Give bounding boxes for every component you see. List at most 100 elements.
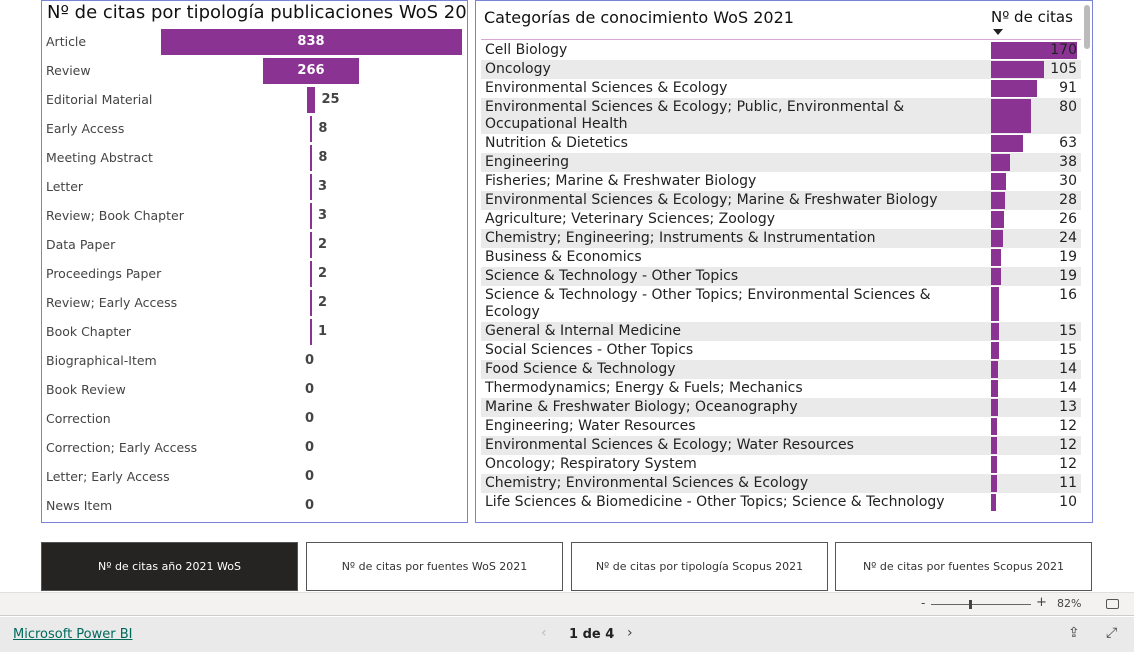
typology-label: Biographical-Item xyxy=(46,353,157,368)
share-icon[interactable]: ⇪ xyxy=(1068,625,1080,641)
typology-row[interactable]: Meeting Abstract 8 xyxy=(42,144,467,173)
table-row[interactable]: Business & Economics 19 xyxy=(481,248,1081,267)
typology-row[interactable]: Correction 0 xyxy=(42,405,467,434)
citation-bar xyxy=(991,456,998,473)
table-row[interactable]: Thermodynamics; Energy & Fuels; Mechanic… xyxy=(481,379,1081,398)
table-row[interactable]: Chemistry; Environmental Sciences & Ecol… xyxy=(481,474,1081,493)
table-row[interactable]: Science & Technology - Other Topics; Env… xyxy=(481,286,1081,322)
table-row[interactable]: Engineering; Water Resources 12 xyxy=(481,417,1081,436)
zoom-out-button[interactable]: - xyxy=(921,596,925,610)
category-label: Chemistry; Environmental Sciences & Ecol… xyxy=(485,475,809,491)
sort-descending-icon[interactable] xyxy=(993,29,1003,35)
table-row[interactable]: Environmental Sciences & Ecology; Water … xyxy=(481,436,1081,455)
table-row[interactable]: General & Internal Medicine 15 xyxy=(481,322,1081,341)
citation-value: 16 xyxy=(1059,287,1077,303)
table-row[interactable]: Fisheries; Marine & Freshwater Biology 3… xyxy=(481,172,1081,191)
category-label: Food Science & Technology xyxy=(485,361,676,377)
typology-row[interactable]: Review; Early Access 2 xyxy=(42,289,467,318)
typology-value: 0 xyxy=(305,382,315,397)
citation-value: 19 xyxy=(1059,268,1077,284)
zoom-in-button[interactable]: + xyxy=(1036,595,1047,610)
typology-bar[interactable] xyxy=(309,145,313,171)
typology-chart: Nº de citas por tipología publicaciones … xyxy=(41,0,468,523)
typology-bar[interactable] xyxy=(310,232,312,258)
table-row[interactable]: Life Sciences & Biomedicine - Other Topi… xyxy=(481,493,1081,512)
citation-value: 170 xyxy=(1050,42,1077,58)
typology-value: 3 xyxy=(318,208,328,223)
table-row[interactable]: Cell Biology 170 xyxy=(481,41,1081,60)
table-row[interactable]: Environmental Sciences & Ecology 91 xyxy=(481,79,1081,98)
typology-row[interactable]: Early Access 8 xyxy=(42,115,467,144)
typology-bar[interactable] xyxy=(310,319,312,345)
typology-row[interactable]: Biographical-Item 0 xyxy=(42,347,467,376)
nav-button-fuentes-scopus[interactable]: Nº de citas por fuentes Scopus 2021 xyxy=(835,542,1092,591)
zoom-slider[interactable] xyxy=(931,600,1031,609)
table-row[interactable]: Oncology; Respiratory System 12 xyxy=(481,455,1081,474)
table-row[interactable]: Social Sciences - Other Topics 15 xyxy=(481,341,1081,360)
typology-row[interactable]: News Item 0 xyxy=(42,492,467,521)
typology-row[interactable]: Data Paper 2 xyxy=(42,231,467,260)
nav-button-fuentes-wos[interactable]: Nº de citas por fuentes WoS 2021 xyxy=(306,542,563,591)
table-row[interactable]: Engineering 38 xyxy=(481,153,1081,172)
category-label: Business & Economics xyxy=(485,249,642,265)
typology-value: 8 xyxy=(318,150,328,165)
citation-bar xyxy=(991,399,998,416)
typology-row[interactable]: Letter 3 xyxy=(42,173,467,202)
typology-value: 0 xyxy=(305,440,315,455)
table-row[interactable]: Environmental Sciences & Ecology; Marine… xyxy=(481,191,1081,210)
citation-value: 12 xyxy=(1059,418,1077,434)
category-label: Life Sciences & Biomedicine - Other Topi… xyxy=(485,494,945,510)
typology-label: Editorial Material xyxy=(46,92,153,107)
table-row[interactable]: Marine & Freshwater Biology; Oceanograph… xyxy=(481,398,1081,417)
typology-value: 2 xyxy=(318,295,328,310)
typology-bar[interactable] xyxy=(310,290,312,316)
typology-bar[interactable] xyxy=(309,116,313,142)
table-row[interactable]: Oncology 105 xyxy=(481,60,1081,79)
next-page-icon[interactable]: › xyxy=(627,625,633,641)
citation-value: 38 xyxy=(1059,154,1077,170)
fullscreen-icon[interactable]: ⤢ xyxy=(1106,625,1117,641)
typology-row[interactable]: Editorial Material 25 xyxy=(42,86,467,115)
scrollbar[interactable] xyxy=(1084,5,1090,49)
citation-bar xyxy=(991,173,1007,190)
category-label: Engineering; Water Resources xyxy=(485,418,696,434)
citation-bar xyxy=(991,287,1000,321)
typology-label: Review xyxy=(46,63,91,78)
typology-bar[interactable] xyxy=(310,261,312,287)
typology-label: Data Paper xyxy=(46,237,116,252)
typology-row[interactable]: Review 266 xyxy=(42,57,467,86)
category-label: Environmental Sciences & Ecology; Public… xyxy=(485,99,905,132)
table-row[interactable]: Food Science & Technology 14 xyxy=(481,360,1081,379)
typology-row[interactable]: Book Review 0 xyxy=(42,376,467,405)
typology-label: Book Review xyxy=(46,382,126,397)
nav-button-citas-2021-wos[interactable]: Nº de citas año 2021 WoS xyxy=(41,542,298,591)
typology-row[interactable]: Article 838 xyxy=(42,28,467,57)
typology-row[interactable]: Correction; Early Access 0 xyxy=(42,434,467,463)
typology-value: 2 xyxy=(318,237,328,252)
zoom-slider-thumb[interactable] xyxy=(969,600,972,609)
prev-page-icon[interactable]: ‹ xyxy=(541,625,547,641)
typology-row[interactable]: Letter; Early Access 0 xyxy=(42,463,467,492)
typology-row[interactable]: Book Chapter 1 xyxy=(42,318,467,347)
column-header-citas[interactable]: Nº de citas xyxy=(991,8,1073,26)
category-label: Thermodynamics; Energy & Fuels; Mechanic… xyxy=(485,380,803,396)
nav-button-tipologia-scopus[interactable]: Nº de citas por tipología Scopus 2021 xyxy=(571,542,828,591)
typology-bar[interactable] xyxy=(306,87,316,113)
zoom-bar: - + 82% xyxy=(0,592,1134,616)
typology-value: 25 xyxy=(321,92,340,107)
typology-label: Article xyxy=(46,34,87,49)
typology-row[interactable]: Review; Book Chapter 3 xyxy=(42,202,467,231)
table-row[interactable]: Environmental Sciences & Ecology; Public… xyxy=(481,98,1081,134)
typology-row[interactable]: Proceedings Paper 2 xyxy=(42,260,467,289)
fit-to-page-icon[interactable] xyxy=(1106,599,1119,609)
category-label: Social Sciences - Other Topics xyxy=(485,342,694,358)
table-row[interactable]: Chemistry; Engineering; Instruments & In… xyxy=(481,229,1081,248)
table-row[interactable]: Agriculture; Veterinary Sciences; Zoolog… xyxy=(481,210,1081,229)
typology-bar[interactable] xyxy=(310,203,312,229)
power-bi-link[interactable]: Microsoft Power BI xyxy=(13,627,132,642)
typology-bar[interactable] xyxy=(310,174,312,200)
table-row[interactable]: Nutrition & Dietetics 63 xyxy=(481,134,1081,153)
table-row[interactable]: Science & Technology - Other Topics 19 xyxy=(481,267,1081,286)
citation-bar xyxy=(991,249,1001,266)
typology-value: 838 xyxy=(297,34,325,49)
